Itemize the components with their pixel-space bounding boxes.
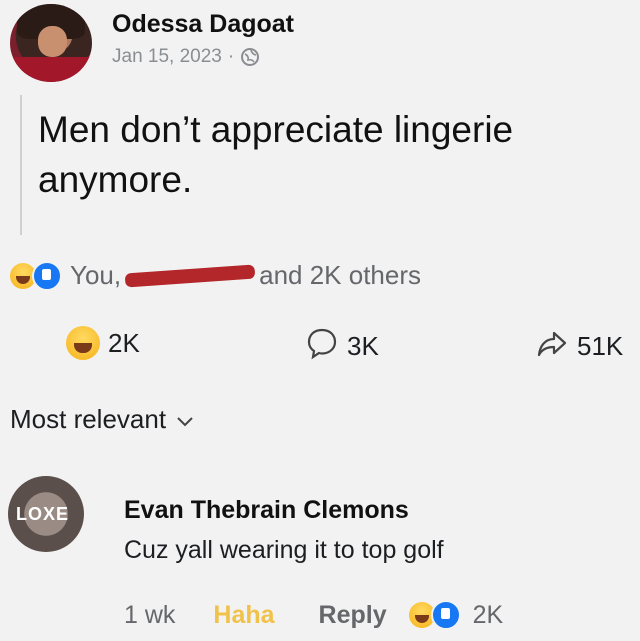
reactions-count-value: 2K: [108, 327, 140, 358]
meta-separator: ·: [227, 46, 235, 67]
comment-actions: 1 wk Haha Reply 2K: [124, 600, 503, 630]
share-icon: [535, 326, 569, 367]
reactions-summary[interactable]: You, and 2K others: [10, 260, 421, 291]
sort-label: Most relevant: [10, 404, 167, 434]
comments-count-value: 3K: [347, 331, 379, 361]
avatar-shirt: [10, 57, 92, 82]
sort-dropdown[interactable]: Most relevant: [10, 404, 194, 435]
comment-reactions[interactable]: 2K: [408, 600, 504, 630]
commenter-avatar[interactable]: LOXE: [8, 476, 84, 552]
comment-text: Cuz yall wearing it to top golf: [124, 536, 444, 564]
reactions-prefix: You,: [70, 260, 122, 290]
comment-haha-button[interactable]: Haha: [213, 601, 274, 630]
author-avatar[interactable]: [10, 4, 92, 82]
redaction-mark: [124, 263, 256, 288]
like-icon: [32, 260, 62, 291]
comment-icon: [305, 326, 339, 367]
post-date[interactable]: Jan 15, 2023: [112, 46, 222, 68]
reactions-count[interactable]: 2K: [66, 326, 140, 360]
shares-count[interactable]: 51K: [535, 326, 623, 367]
comment-reaction-count: 2K: [472, 600, 504, 629]
comments-count[interactable]: 3K: [305, 326, 379, 367]
post-author-name[interactable]: Odessa Dagoat: [112, 10, 294, 39]
thread-line: [20, 95, 22, 235]
post-counts-row: 2K 3K 51K: [0, 326, 640, 366]
post-text: Men don’t appreciate lingerie anymore.: [38, 109, 514, 200]
commenter-avatar-text: LOXE: [16, 504, 70, 524]
comment-time[interactable]: 1 wk: [124, 601, 175, 630]
shares-count-value: 51K: [577, 331, 624, 361]
chevron-down-icon: [176, 404, 194, 435]
post-card: Odessa Dagoat Jan 15, 2023 · Men don’t a…: [0, 0, 640, 641]
haha-icon: [66, 326, 100, 360]
avatar-face: [37, 25, 68, 58]
post-meta: Jan 15, 2023 ·: [112, 46, 260, 68]
comment-author-name[interactable]: Evan Thebrain Clemons: [124, 496, 409, 525]
globe-icon: [240, 47, 260, 67]
reactions-suffix: and 2K others: [259, 260, 421, 290]
like-icon: [430, 600, 461, 630]
comment-reply-button[interactable]: Reply: [319, 601, 387, 630]
